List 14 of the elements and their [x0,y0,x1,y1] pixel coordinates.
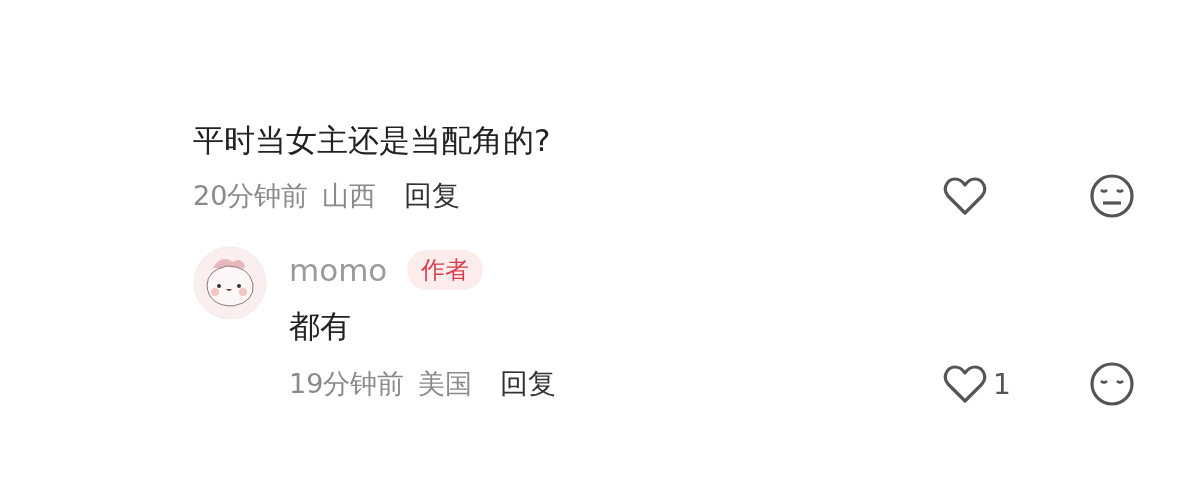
reply-link[interactable]: 回复 [500,365,557,403]
comment-time: 20分钟前 [193,179,309,213]
reply-location: 美国 [418,367,473,401]
reply-text: 都有 [289,307,352,346]
reply-time: 19分钟前 [289,367,405,401]
comment-text: 平时当女主还是当配角的? [193,121,552,160]
like-count: 1 [993,367,1012,401]
comment-location: 山西 [322,179,377,213]
author-badge: 作者 [407,250,484,290]
heart-icon[interactable] [943,363,987,405]
face-icon[interactable] [1089,361,1135,407]
heart-icon[interactable] [943,175,987,217]
reply-link[interactable]: 回复 [404,177,461,215]
face-icon[interactable] [1089,173,1135,219]
